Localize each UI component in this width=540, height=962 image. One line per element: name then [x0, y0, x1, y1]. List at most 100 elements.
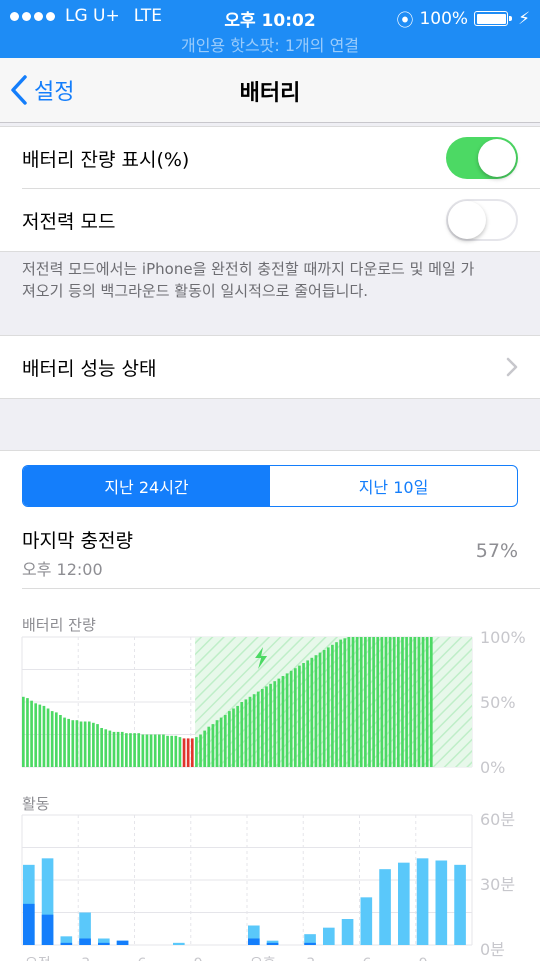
battery-bar — [368, 637, 371, 767]
activity-bar-screen-on — [41, 914, 54, 945]
battery-bar — [178, 737, 182, 767]
battery-bar — [195, 737, 198, 767]
battery-bar — [100, 728, 103, 767]
battery-bar — [261, 689, 264, 767]
activity-bar-background — [341, 919, 354, 945]
battery-bar — [162, 734, 165, 767]
battery-bar — [322, 650, 326, 767]
battery-bar — [149, 734, 153, 767]
activity-bar-screen-on — [304, 942, 316, 945]
battery-bar — [318, 652, 322, 767]
battery-bar — [240, 702, 244, 767]
battery-bar — [34, 703, 38, 767]
battery-bar — [186, 738, 190, 767]
battery-bar — [182, 738, 186, 767]
activity-x-tick-label: 오후 — [250, 956, 276, 961]
battery-bar — [273, 681, 277, 767]
activity-bar-background — [379, 869, 391, 945]
activity-x-tick-label: 오전 — [25, 956, 51, 961]
battery-bar — [120, 731, 124, 767]
battery-bar — [145, 734, 149, 767]
battery-bar — [96, 724, 99, 767]
activity-x-tick-label: 9 — [419, 956, 428, 961]
battery-bar — [125, 733, 128, 767]
battery-bar — [364, 637, 367, 767]
activity-bar-screen-on — [248, 938, 260, 945]
battery-bar — [79, 721, 83, 767]
battery-bar — [207, 726, 211, 767]
battery-bar — [137, 733, 141, 767]
activity-bar-screen-on — [23, 903, 35, 945]
battery-bar — [67, 718, 71, 767]
battery-bar — [50, 711, 54, 767]
battery-charts: 오전 3 6 9 오후 3 6 9 — [21, 636, 473, 961]
activity-x-tick-label: 3 — [81, 956, 90, 961]
battery-bar — [355, 637, 359, 767]
battery-bar — [326, 647, 330, 767]
battery-bar — [405, 637, 408, 767]
battery-bar — [59, 715, 62, 767]
activity-bar-background — [416, 858, 429, 945]
battery-bar — [46, 708, 50, 767]
battery-bar — [298, 665, 301, 767]
battery-bar — [129, 733, 132, 767]
activity-bar-screen-on — [60, 942, 73, 945]
battery-bar — [384, 637, 388, 767]
battery-bar — [388, 637, 392, 767]
battery-bar — [277, 678, 281, 767]
battery-bar — [215, 720, 219, 767]
battery-bar — [331, 644, 334, 767]
battery-bar — [425, 637, 429, 767]
battery-bar — [397, 637, 400, 767]
battery-bar — [359, 637, 363, 767]
activity-bar-background — [173, 942, 185, 945]
battery-bar — [409, 637, 413, 767]
battery-bar — [104, 729, 108, 767]
battery-bar — [252, 694, 256, 767]
battery-bar — [219, 717, 223, 767]
battery-bar — [269, 683, 272, 767]
activity-bar-background — [398, 862, 410, 945]
activity-bar-background — [323, 927, 335, 945]
battery-bar — [310, 657, 314, 767]
battery-bar — [108, 730, 112, 767]
activity-x-tick-label: 6 — [138, 956, 147, 961]
battery-bar — [421, 637, 425, 767]
battery-bar — [71, 720, 75, 767]
battery-bar — [244, 699, 248, 767]
battery-bar — [174, 735, 178, 767]
activity-x-tick-label: 9 — [194, 956, 203, 961]
battery-bar — [112, 731, 116, 767]
battery-bar — [265, 686, 268, 767]
battery-bar — [166, 735, 169, 767]
battery-bar — [75, 720, 79, 767]
battery-bar — [153, 734, 157, 767]
battery-bar — [228, 711, 231, 767]
battery-bar — [314, 655, 318, 767]
battery-bar — [236, 705, 239, 767]
battery-bar — [199, 734, 202, 767]
battery-bar — [26, 698, 29, 767]
battery-bar — [285, 673, 289, 767]
battery-bar — [306, 660, 310, 767]
activity-x-tick-label: 6 — [363, 956, 372, 961]
battery-bar — [223, 715, 227, 767]
battery-bar — [429, 637, 433, 767]
battery-bar — [343, 638, 347, 767]
battery-bar — [351, 637, 355, 767]
battery-bar — [392, 637, 396, 767]
battery-bar — [30, 700, 33, 767]
battery-bar — [190, 738, 194, 767]
battery-bar — [133, 733, 136, 767]
battery-bar — [116, 731, 120, 767]
battery-bar — [83, 721, 87, 767]
battery-bar — [413, 637, 417, 767]
battery-bar — [256, 691, 260, 767]
activity-bar-screen-on — [116, 940, 129, 945]
activity-x-tick-label: 3 — [306, 956, 315, 961]
battery-bar — [335, 642, 338, 767]
battery-bar — [347, 637, 351, 767]
activity-bar-background — [454, 864, 466, 945]
battery-bar — [170, 735, 174, 767]
battery-bar — [281, 676, 285, 767]
